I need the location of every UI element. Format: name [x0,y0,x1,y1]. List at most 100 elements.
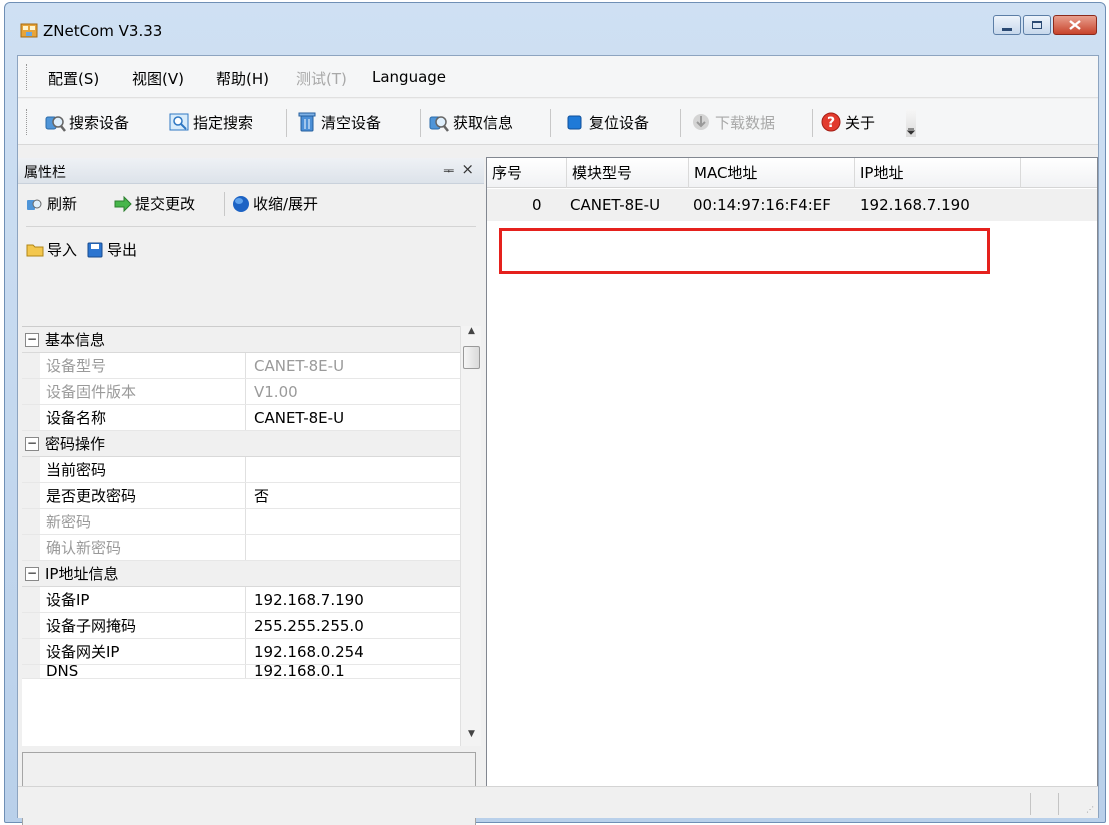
scroll-up-icon[interactable]: ▲ [461,326,482,343]
export-label: 导出 [107,241,138,259]
help-icon: ? [821,112,841,132]
property-value[interactable]: 255.255.255.0 [246,613,466,638]
property-row[interactable]: 设备名称 CANET-8E-U [22,405,466,431]
cell-model: CANET-8E-U [570,196,661,214]
about-label: 关于 [845,113,876,132]
scroll-down-icon[interactable]: ▼ [461,729,482,746]
property-key: DNS [40,665,246,678]
category-basic-info[interactable]: − 基本信息 [22,327,466,353]
category-ip-info[interactable]: − IP地址信息 [22,561,466,587]
column-mac[interactable]: MAC地址 [689,158,855,188]
specified-search-button[interactable]: 指定搜索 [168,110,253,134]
about-button[interactable]: ? 关于 [820,110,875,134]
toolbar: 搜索设备 指定搜索 清空设备 获取信息 复位设备 下载数据 ? 关于 [18,99,1098,145]
property-row[interactable]: DNS 192.168.0.1 [22,665,466,679]
maximize-icon [1032,21,1042,29]
app-icon [20,23,38,38]
menu-bar: 配置(S) 视图(V) 帮助(H) 测试(T) Language [18,56,1098,98]
menu-help[interactable]: 帮助(H) [216,68,269,89]
property-key: 设备名称 [40,405,246,430]
globe-icon [233,195,249,212]
toolbar-separator [680,109,681,137]
get-info-button[interactable]: 获取信息 [428,110,513,134]
column-ip[interactable]: IP地址 [855,158,1021,188]
window-title: ZNetCom V3.33 [43,22,163,40]
property-row[interactable]: 设备型号 CANET-8E-U [22,353,466,379]
export-button[interactable]: 导出 [86,239,137,260]
menu-language[interactable]: Language [372,68,446,86]
download-data-button[interactable]: 下载数据 [690,110,775,134]
property-row[interactable]: 设备网关IP 192.168.0.254 [22,639,466,665]
property-value: CANET-8E-U [254,357,345,375]
menu-config[interactable]: 配置(S) [48,68,99,89]
chevron-down-icon [906,128,916,135]
property-row[interactable]: 是否更改密码否 [22,483,466,509]
menu-view[interactable]: 视图(V) [132,68,184,89]
import-button[interactable]: 导入 [26,239,77,260]
close-button[interactable] [1053,15,1097,35]
cell-mac: 00:14:97:16:F4:EF [693,196,831,214]
collapse-expand-label: 收缩/展开 [253,195,319,213]
search-device-icon [45,116,66,132]
reset-device-button[interactable]: 复位设备 [564,110,649,134]
clear-devices-button[interactable]: 清空设备 [296,110,381,134]
property-value[interactable] [246,509,466,534]
property-value[interactable]: 192.168.0.254 [246,639,466,664]
property-value[interactable] [246,535,466,560]
close-icon [1069,20,1081,30]
toolbar-separator [286,109,287,137]
status-divider [1030,793,1031,815]
property-value[interactable]: CANET-8E-U [246,405,466,430]
import-export-toolbar: 导入 导出 [18,232,484,268]
scroll-thumb[interactable] [463,346,480,369]
search-device-button[interactable]: 搜索设备 [44,110,129,134]
toolbar-overflow-button[interactable] [906,109,916,137]
toolbar-grip [26,109,29,135]
import-label: 导入 [47,241,78,259]
property-value[interactable]: 192.168.0.1 [246,665,466,678]
client-area: 配置(S) 视图(V) 帮助(H) 测试(T) Language 搜索设备 指定… [17,55,1099,825]
property-toolbar: 刷新 提交更改 收缩/展开 [18,186,484,222]
save-icon [87,242,103,257]
trash-icon [298,112,316,132]
property-row[interactable]: 设备IP 192.168.7.190 [22,587,466,613]
column-index[interactable]: 序号 [487,158,567,188]
status-divider [1058,793,1059,815]
property-grid-scrollbar[interactable]: ▲ ▼ [460,326,481,746]
property-value[interactable]: 192.168.7.190 [246,587,466,612]
collapse-expand-button[interactable]: 收缩/展开 [232,193,318,214]
property-row[interactable]: 确认新密码 [22,535,466,561]
collapse-icon[interactable]: − [25,436,39,451]
property-panel-header: 属性栏 ᆍ × [18,158,484,184]
property-row[interactable]: 设备子网掩码 255.255.255.0 [22,613,466,639]
property-row[interactable]: 当前密码 [22,457,466,483]
property-row[interactable]: 设备固件版本 V1.00 [22,379,466,405]
panel-close-icon[interactable]: × [461,160,474,178]
refresh-button[interactable]: 刷新 [26,193,77,214]
specified-search-label: 指定搜索 [193,113,254,132]
property-key: 设备型号 [40,353,246,378]
property-value[interactable] [246,457,466,482]
clear-devices-label: 清空设备 [321,113,382,132]
property-grid: − 基本信息 设备型号 CANET-8E-U 设备固件版本 V1.00 设备名称 CA… [22,326,466,746]
collapse-icon[interactable]: − [25,566,39,581]
property-row[interactable]: 新密码 [22,509,466,535]
property-key: 是否更改密码 [40,483,246,508]
property-key: 当前密码 [40,457,246,482]
property-key: 设备固件版本 [40,379,246,404]
minimize-button[interactable] [993,15,1021,35]
property-value[interactable]: 否 [246,483,466,508]
submit-changes-button[interactable]: 提交更改 [114,193,195,214]
toolbar-separator [224,192,225,216]
property-key: 确认新密码 [40,535,246,560]
collapse-icon[interactable]: − [25,332,39,347]
category-password[interactable]: − 密码操作 [22,431,466,457]
resize-grip-icon[interactable]: ⋰ [1086,805,1094,814]
menu-test[interactable]: 测试(T) [296,68,347,89]
maximize-button[interactable] [1023,15,1051,35]
pin-icon[interactable]: ᆍ [443,162,454,179]
search-device-label: 搜索设备 [69,113,130,132]
column-model[interactable]: 模块型号 [567,158,689,188]
table-row[interactable]: 0 CANET-8E-U 00:14:97:16:F4:EF 192.168.7… [487,189,1097,221]
reset-device-label: 复位设备 [589,113,650,132]
